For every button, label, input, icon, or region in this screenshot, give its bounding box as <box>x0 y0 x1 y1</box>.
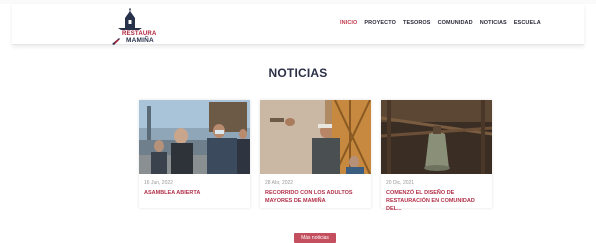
main-nav: INICIO PROYECTO TESOROS COMUNIDAD NOTICI… <box>340 20 541 26</box>
news-image[interactable] <box>260 100 371 174</box>
news-image[interactable] <box>381 100 492 174</box>
news-image[interactable] <box>139 100 250 174</box>
news-title[interactable]: COMENZÓ EL DISEÑO DE RESTAURACIÓN EN COM… <box>386 189 488 213</box>
site-logo[interactable]: RESTAURA MAMIÑA <box>110 8 164 46</box>
logo-text-mamina: MAMIÑA <box>126 37 154 44</box>
news-date: 28 Abr, 2022 <box>265 180 294 186</box>
news-card[interactable]: 20 Dic, 2021 COMENZÓ EL DISEÑO DE RESTAU… <box>381 100 492 212</box>
news-date: 20 Dic, 2021 <box>386 180 415 186</box>
more-news-button[interactable]: Más noticias <box>294 233 336 243</box>
nav-item-comunidad[interactable]: COMUNIDAD <box>438 20 473 26</box>
news-title[interactable]: RECORRIDO CON LOS ADULTOS MAYORES DE MAM… <box>265 189 367 205</box>
section-title: NOTICIAS <box>268 66 328 80</box>
nav-item-tesoros[interactable]: TESOROS <box>403 20 431 26</box>
site-header: RESTAURA MAMIÑA INICIO PROYECTO TESOROS … <box>12 4 584 45</box>
news-title[interactable]: ASAMBLEA ABIERTA <box>144 189 246 197</box>
nav-item-noticias[interactable]: NOTICIAS <box>480 20 507 26</box>
news-card[interactable]: 16 Jun, 2022 ASAMBLEA ABIERTA <box>139 100 250 208</box>
news-date: 16 Jun, 2022 <box>144 180 173 186</box>
nav-item-inicio[interactable]: INICIO <box>340 20 357 26</box>
news-card[interactable]: 28 Abr, 2022 RECORRIDO CON LOS ADULTOS M… <box>260 100 371 208</box>
nav-item-escuela[interactable]: ESCUELA <box>514 20 541 26</box>
nav-item-proyecto[interactable]: PROYECTO <box>364 20 396 26</box>
